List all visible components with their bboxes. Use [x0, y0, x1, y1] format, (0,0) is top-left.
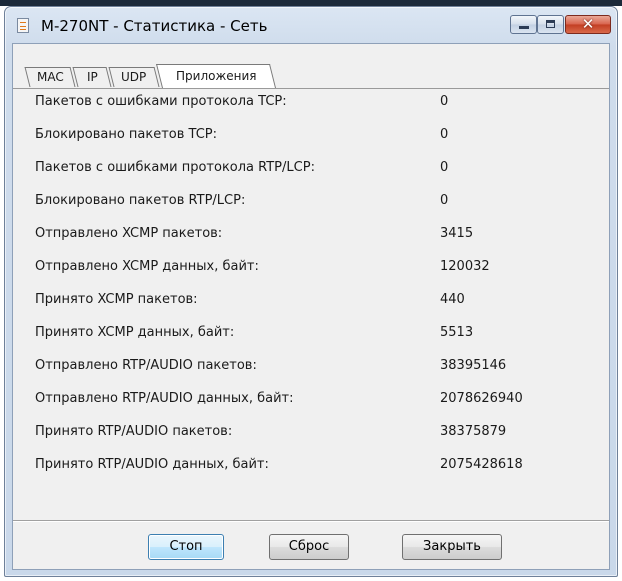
maximize-button[interactable]: [537, 15, 564, 34]
stat-value: 5513: [440, 325, 474, 340]
stat-label: Принято RTP/AUDIO данных, байт:: [35, 457, 269, 472]
close-icon: ✕: [581, 15, 595, 33]
stat-value: 0: [440, 127, 449, 142]
close-button[interactable]: Закрыть: [402, 534, 502, 560]
stat-label: Пакетов с ошибками протокола RTP/LCP:: [35, 160, 315, 175]
stat-value: 2078626940: [440, 391, 523, 406]
minimize-button[interactable]: [510, 15, 537, 34]
stat-value: 2075428618: [440, 457, 523, 472]
stat-label: Блокировано пакетов TCP:: [35, 127, 218, 142]
stat-value: 38375879: [440, 424, 507, 439]
tab-mac[interactable]: MAC: [24, 67, 76, 87]
tab-udp[interactable]: UDP: [108, 67, 160, 87]
stat-row: Отправлено RTP/AUDIO пакетов: 38395146: [13, 358, 609, 378]
stop-button[interactable]: Стоп: [148, 534, 224, 560]
stat-row: Отправлено XCMP данных, байт: 120032: [13, 259, 609, 279]
window-title: M-270NT - Статистика - Сеть: [41, 17, 268, 35]
tab-applications-label: Приложения: [175, 69, 257, 83]
tab-ip[interactable]: IP: [72, 67, 112, 87]
stat-row: Принято XCMP данных, байт: 5513: [13, 325, 609, 345]
stat-row: Пакетов с ошибками протокола RTP/LCP: 0: [13, 160, 609, 180]
statistics-window: M-270NT - Статистика - Сеть ✕ MAC IP UDP…: [4, 6, 618, 577]
stat-value: 0: [440, 160, 449, 175]
stat-label: Отправлено XCMP данных, байт:: [35, 259, 259, 274]
tab-udp-label: UDP: [121, 70, 147, 84]
button-separator: [13, 520, 609, 522]
tab-ip-label: IP: [86, 70, 98, 84]
dialog-client-area: MAC IP UDP Приложения Пакетов с ошибками…: [12, 43, 610, 570]
stat-label: Отправлено RTP/AUDIO пакетов:: [35, 358, 257, 373]
stat-label: Принято XCMP пакетов:: [35, 292, 198, 307]
stat-label: Отправлено XCMP пакетов:: [35, 226, 223, 241]
maximize-icon: [546, 20, 555, 28]
stat-label: Принято RTP/AUDIO пакетов:: [35, 424, 233, 439]
title-bar[interactable]: M-270NT - Статистика - Сеть ✕: [5, 7, 617, 43]
stat-label: Принято XCMP данных, байт:: [35, 325, 235, 340]
stat-row: Отправлено XCMP пакетов: 3415: [13, 226, 609, 246]
tab-divider: [13, 88, 609, 89]
stat-value: 120032: [440, 259, 490, 274]
close-window-button[interactable]: ✕: [565, 15, 611, 34]
reset-button[interactable]: Сброс: [269, 534, 349, 560]
stat-value: 0: [440, 193, 449, 208]
stat-label: Пакетов с ошибками протокола TCP:: [35, 94, 287, 109]
tab-mac-label: MAC: [36, 70, 64, 84]
stat-value: 0: [440, 94, 449, 109]
stat-row: Принято XCMP пакетов: 440: [13, 292, 609, 312]
stat-row: Блокировано пакетов TCP: 0: [13, 127, 609, 147]
app-document-icon: [17, 18, 29, 33]
stat-row: Принято RTP/AUDIO данных, байт: 20754286…: [13, 457, 609, 477]
stat-value: 440: [440, 292, 465, 307]
stat-label: Блокировано пакетов RTP/LCP:: [35, 193, 246, 208]
stat-row: Блокировано пакетов RTP/LCP: 0: [13, 193, 609, 213]
stat-row: Отправлено RTP/AUDIO данных, байт: 20786…: [13, 391, 609, 411]
stat-row: Пакетов с ошибками протокола TCP: 0: [13, 94, 609, 114]
stat-label: Отправлено RTP/AUDIO данных, байт:: [35, 391, 294, 406]
stat-value: 38395146: [440, 358, 507, 373]
stat-value: 3415: [440, 226, 474, 241]
stat-row: Принято RTP/AUDIO пакетов: 38375879: [13, 424, 609, 444]
minimize-icon: [519, 26, 529, 29]
tab-applications[interactable]: Приложения: [156, 64, 276, 88]
